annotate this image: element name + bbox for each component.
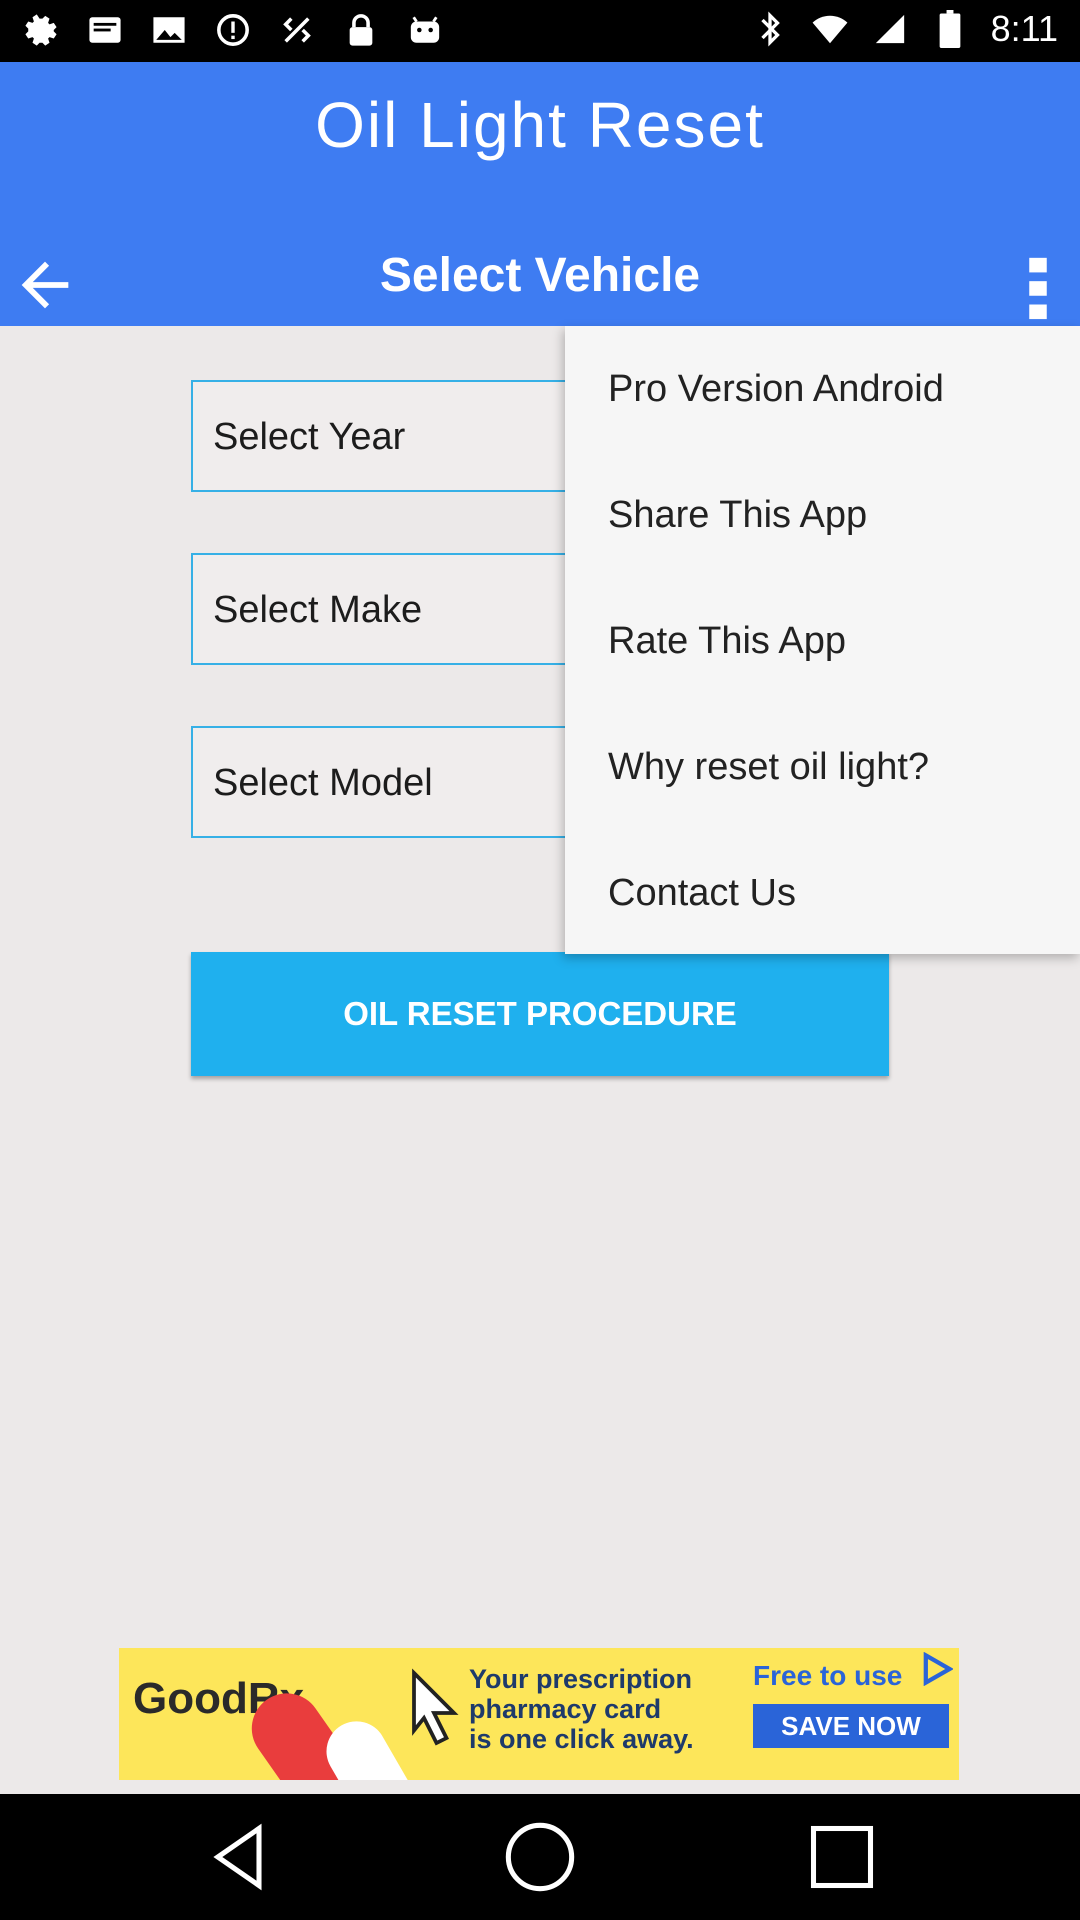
menu-item-share-app[interactable]: Share This App: [565, 452, 1080, 578]
ad-save-now-button[interactable]: SAVE NOW: [753, 1704, 949, 1748]
nav-home-icon[interactable]: [502, 1819, 578, 1895]
overflow-menu: Pro Version Android Share This App Rate …: [565, 326, 1080, 954]
signal-icon: [871, 9, 909, 49]
android-icon: [406, 10, 444, 50]
ad-line-3: is one click away.: [469, 1724, 694, 1754]
location-icon: [278, 10, 316, 50]
select-make-label: Select Make: [213, 589, 423, 631]
ad-choices-icon[interactable]: [919, 1652, 953, 1686]
ad-free-text: Free to use: [753, 1660, 903, 1691]
alert-icon: [214, 10, 252, 50]
menu-item-rate-app[interactable]: Rate This App: [565, 578, 1080, 704]
image-icon: [150, 10, 188, 50]
nav-recents-icon[interactable]: [804, 1819, 880, 1895]
menu-item-label: Why reset oil light?: [608, 745, 930, 788]
status-bar-system: 8:11: [751, 8, 1058, 50]
settings-icon: [22, 10, 60, 50]
status-bar-notifications: [22, 10, 444, 50]
menu-item-contact-us[interactable]: Contact Us: [565, 830, 1080, 956]
menu-item-label: Share This App: [608, 493, 868, 536]
message-icon: [86, 10, 124, 50]
select-year-label: Select Year: [213, 416, 406, 458]
app-logo-title: Oil Light Reset: [315, 89, 765, 161]
toolbar-title: Select Vehicle: [379, 249, 701, 302]
cursor-icon: [412, 1668, 459, 1746]
status-bar: 8:11: [0, 0, 1080, 62]
ad-message: Your prescription pharmacy card is one c…: [469, 1664, 694, 1754]
nav-back-icon[interactable]: [202, 1819, 278, 1895]
ad-line-1: Your prescription: [469, 1664, 693, 1694]
clock: 8:11: [990, 8, 1058, 49]
menu-item-label: Rate This App: [608, 619, 847, 662]
menu-item-label: Contact Us: [608, 871, 796, 914]
app-header: Oil Light Reset Select Vehicle: [0, 62, 1080, 326]
more-vert-icon[interactable]: [1008, 252, 1068, 322]
select-model-label: Select Model: [213, 762, 433, 804]
navigation-bar: [0, 1794, 1080, 1920]
menu-item-why-reset[interactable]: Why reset oil light?: [565, 704, 1080, 830]
lock-icon: [342, 10, 380, 50]
menu-item-label: Pro Version Android: [608, 367, 944, 410]
oil-reset-procedure-button[interactable]: OIL RESET PROCEDURE: [191, 952, 889, 1076]
bluetooth-icon: [751, 9, 789, 49]
ad-line-2: pharmacy card: [469, 1694, 662, 1724]
ad-banner[interactable]: GoodRx Your prescription pharmacy card i…: [119, 1648, 959, 1780]
battery-icon: [931, 9, 969, 49]
menu-item-pro-version[interactable]: Pro Version Android: [565, 326, 1080, 452]
wifi-icon: [811, 9, 849, 49]
pill-image: [315, 1710, 423, 1780]
